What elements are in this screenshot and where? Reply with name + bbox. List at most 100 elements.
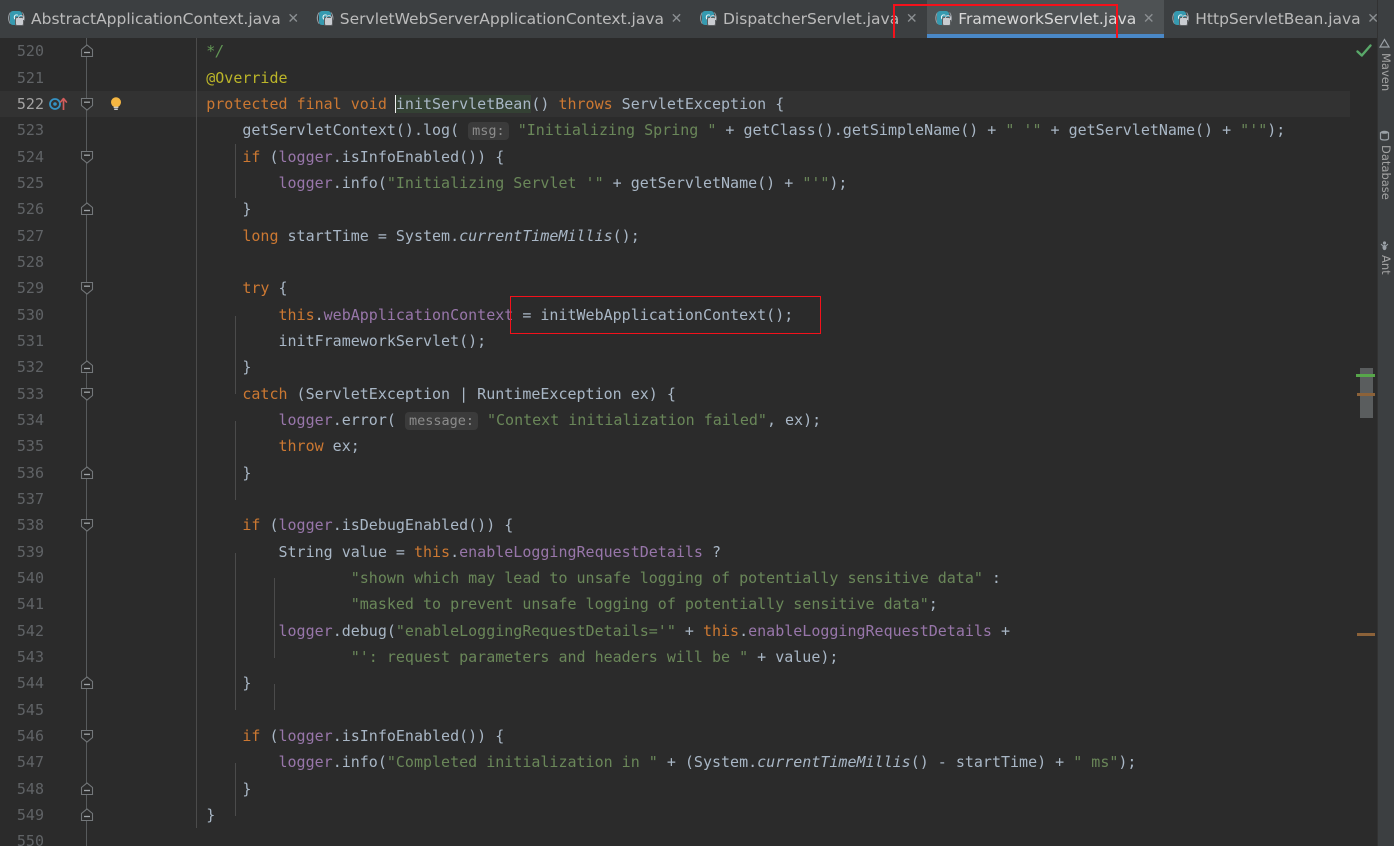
- close-icon[interactable]: ✕: [287, 12, 300, 26]
- fold-start-icon[interactable]: [80, 729, 94, 743]
- fold-end-icon[interactable]: [80, 676, 94, 690]
- fold-end-icon[interactable]: [80, 465, 94, 480]
- code-token: );: [1118, 753, 1137, 772]
- code-line-row[interactable]: 522 protected final void initServletBean…: [0, 90, 1350, 118]
- fold-start-icon[interactable]: [80, 150, 94, 164]
- intention-bulb-icon[interactable]: [108, 96, 124, 112]
- code-line-text[interactable]: if (logger.isInfoEnabled()) {: [130, 727, 1350, 745]
- fold-region-line: [86, 406, 87, 434]
- code-line-row[interactable]: 541 "masked to prevent unsafe logging of…: [0, 591, 1350, 618]
- code-line-row[interactable]: 544 }: [0, 670, 1350, 697]
- code-line-text[interactable]: if (logger.isInfoEnabled()) {: [130, 148, 1350, 166]
- code-line-row[interactable]: 534 logger.error( message: "Context init…: [0, 406, 1350, 434]
- code-line-row[interactable]: 549 }: [0, 801, 1350, 829]
- code-line-row[interactable]: 530 this.webApplicationContext = initWeb…: [0, 301, 1350, 328]
- gutter-marker-area: [44, 512, 71, 538]
- code-lines-container[interactable]: 520 */521 @Override 522 protected final v…: [0, 38, 1350, 846]
- code-line-row[interactable]: 543 "': request parameters and headers w…: [0, 643, 1350, 671]
- code-line-text[interactable]: logger.info("Completed initialization in…: [130, 753, 1350, 771]
- fold-end-icon[interactable]: [80, 782, 94, 796]
- editor-tab-4[interactable]: (c)HttpServletBean.java✕: [1164, 0, 1389, 38]
- fold-start-icon[interactable]: [80, 281, 94, 295]
- fold-start-icon[interactable]: [80, 97, 94, 111]
- gutter-fold-area: [71, 828, 104, 846]
- code-line-text[interactable]: }: [130, 806, 1350, 824]
- analysis-marker[interactable]: [1357, 393, 1375, 396]
- code-line-row[interactable]: 547 logger.info("Completed initializatio…: [0, 749, 1350, 776]
- code-line-text[interactable]: "shown which may lead to unsafe logging …: [130, 569, 1350, 587]
- code-token: ;: [928, 595, 938, 614]
- code-line-row[interactable]: 538 if (logger.isDebugEnabled()) {: [0, 512, 1350, 539]
- code-line-row[interactable]: 546 if (logger.isInfoEnabled()) {: [0, 722, 1350, 750]
- code-line-text[interactable]: logger.error( message: "Context initiali…: [130, 411, 1350, 430]
- code-line-row[interactable]: 533 catch (ServletException | RuntimeExc…: [0, 380, 1350, 407]
- fold-end-icon[interactable]: [80, 44, 94, 58]
- code-line-text[interactable]: }: [130, 200, 1350, 218]
- code-line-text[interactable]: logger.debug("enableLoggingRequestDetail…: [130, 622, 1350, 640]
- code-line-row[interactable]: 539 String value = this.enableLoggingReq…: [0, 538, 1350, 565]
- code-line-text[interactable]: getServletContext().log( msg: "Initializ…: [130, 121, 1350, 141]
- code-line-text[interactable]: throw ex;: [130, 437, 1350, 455]
- code-token: }: [134, 200, 252, 219]
- analysis-marker-stripe[interactable]: [1350, 38, 1378, 846]
- override-method-icon[interactable]: [49, 97, 69, 111]
- editor-tab-2[interactable]: (c) DispatcherServlet.java ✕: [692, 0, 928, 38]
- code-token: logger: [278, 621, 333, 640]
- code-line-text[interactable]: }: [130, 780, 1350, 798]
- code-line-text[interactable]: long startTime = System.currentTimeMilli…: [130, 227, 1350, 245]
- code-line-text[interactable]: try {: [130, 279, 1350, 297]
- code-line-text[interactable]: catch (ServletException | RuntimeExcepti…: [130, 385, 1350, 403]
- close-icon[interactable]: ✕: [905, 12, 918, 26]
- code-line-row[interactable]: 535 throw ex;: [0, 433, 1350, 460]
- code-line-row[interactable]: 526 }: [0, 196, 1350, 223]
- code-line-row[interactable]: 540 "shown which may lead to unsafe logg…: [0, 564, 1350, 592]
- code-line-text[interactable]: String value = this.enableLoggingRequest…: [130, 543, 1350, 561]
- code-line-row[interactable]: 537: [0, 485, 1350, 513]
- code-line-row[interactable]: 531 initFrameworkServlet();: [0, 327, 1350, 355]
- code-line-text[interactable]: */: [130, 42, 1350, 60]
- code-editor[interactable]: 520 */521 @Override 522 protected final v…: [0, 38, 1394, 846]
- gutter-marker-area: [44, 723, 71, 749]
- analysis-marker[interactable]: [1357, 633, 1375, 636]
- tool-window-button-database[interactable]: Database: [1378, 130, 1394, 200]
- code-line-text[interactable]: }: [130, 674, 1350, 692]
- code-line-row[interactable]: 550: [0, 828, 1350, 846]
- code-line-row[interactable]: 528: [0, 248, 1350, 276]
- code-line-row[interactable]: 542 logger.debug("enableLoggingRequestDe…: [0, 617, 1350, 644]
- code-line-row[interactable]: 520 */: [0, 38, 1350, 65]
- code-line-row[interactable]: 523 getServletContext().log( msg: "Initi…: [0, 117, 1350, 144]
- code-line-row[interactable]: 527 long startTime = System.currentTimeM…: [0, 222, 1350, 249]
- fold-end-icon[interactable]: [80, 808, 94, 822]
- fold-start-icon[interactable]: [80, 387, 94, 401]
- code-line-row[interactable]: 532 }: [0, 354, 1350, 381]
- editor-tab-0[interactable]: (c) AbstractApplicationContext.java ✕: [0, 0, 309, 38]
- code-line-text[interactable]: "masked to prevent unsafe logging of pot…: [130, 595, 1350, 613]
- editor-tab-1[interactable]: (c) ServletWebServerApplicationContext.ja…: [308, 0, 692, 38]
- code-line-text[interactable]: initFrameworkServlet();: [130, 332, 1350, 350]
- code-line-text[interactable]: protected final void initServletBean() t…: [130, 94, 1350, 113]
- close-icon[interactable]: ✕: [1142, 12, 1155, 26]
- tool-window-button-ant[interactable]: Ant: [1378, 240, 1394, 275]
- code-line-row[interactable]: 524 if (logger.isInfoEnabled()) {: [0, 143, 1350, 170]
- code-line-text[interactable]: if (logger.isDebugEnabled()) {: [130, 516, 1350, 534]
- code-line-text[interactable]: @Override: [130, 69, 1350, 87]
- code-line-row[interactable]: 545: [0, 696, 1350, 723]
- code-line-row[interactable]: 529 try {: [0, 275, 1350, 302]
- code-line-text[interactable]: "': request parameters and headers will …: [130, 648, 1350, 666]
- code-line-row[interactable]: 525 logger.info("Initializing Servlet '"…: [0, 169, 1350, 197]
- code-token: (): [531, 94, 559, 113]
- code-line-text[interactable]: logger.info("Initializing Servlet '" + g…: [130, 174, 1350, 192]
- fold-end-icon[interactable]: [80, 360, 94, 374]
- tool-window-button-maven[interactable]: Maven: [1378, 38, 1394, 91]
- inspection-ok-icon[interactable]: [1355, 42, 1373, 60]
- close-icon[interactable]: ✕: [670, 12, 683, 26]
- editor-tab-3[interactable]: (c) FrameworkServlet.java ✕: [927, 0, 1165, 38]
- code-line-text[interactable]: this.webApplicationContext = initWebAppl…: [130, 306, 1350, 324]
- code-line-row[interactable]: 548 }: [0, 775, 1350, 802]
- code-line-text[interactable]: }: [130, 358, 1350, 376]
- code-line-row[interactable]: 521 @Override: [0, 64, 1350, 91]
- code-line-text[interactable]: }: [130, 464, 1350, 482]
- code-line-row[interactable]: 536 }: [0, 459, 1350, 486]
- fold-end-icon[interactable]: [80, 202, 94, 216]
- fold-start-icon[interactable]: [80, 518, 94, 533]
